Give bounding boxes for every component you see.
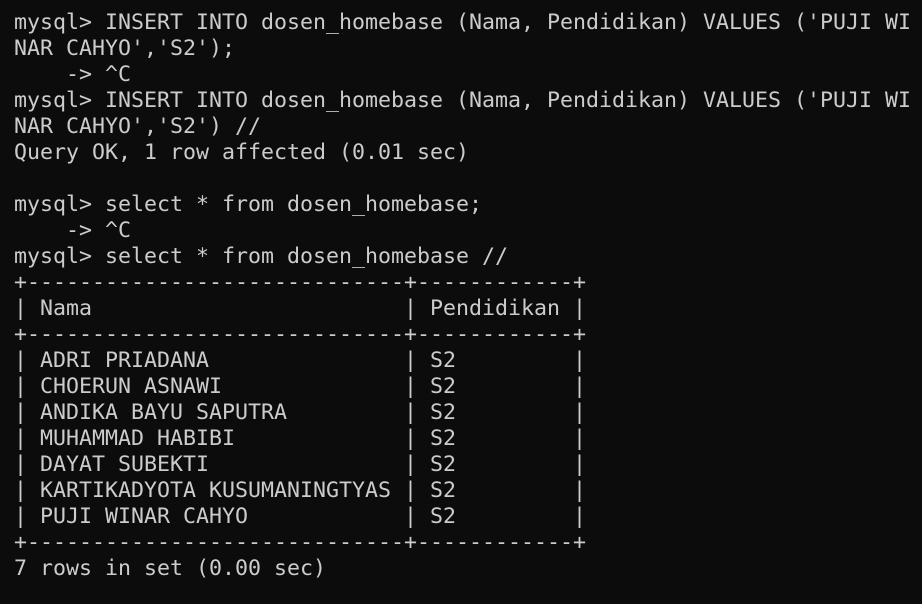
query-result-message: 7 rows in set (0.00 sec) [14,556,327,581]
table-border: +-----------------------------+---------… [14,530,587,555]
table-header-row: | Nama | Pendidikan | [14,296,587,321]
command-line: mysql> INSERT INTO dosen_homebase (Nama,… [14,88,912,113]
command-line-continued: NAR CAHYO','S2') // [14,114,262,139]
terminal-window[interactable]: mysql> INSERT INTO dosen_homebase (Nama,… [0,0,922,604]
table-row: | PUJI WINAR CAHYO | S2 | [14,504,587,529]
continuation-prompt-line: -> ^C [14,218,132,243]
table-row: | CHOERUN ASNAWI | S2 | [14,374,587,399]
continuation-prompt-line: -> ^C [14,62,132,87]
command-line: mysql> select * from dosen_homebase // [14,244,509,269]
table-border: +-----------------------------+---------… [14,322,587,347]
table-border: +-----------------------------+---------… [14,270,587,295]
command-line-continued: NAR CAHYO','S2'); [14,36,236,61]
command-line: mysql> select * from dosen_homebase; [14,192,483,217]
table-row: | ANDIKA BAYU SAPUTRA | S2 | [14,400,587,425]
table-row: | KARTIKADYOTA KUSUMANINGTYAS | S2 | [14,478,587,503]
table-row: | MUHAMMAD HABIBI | S2 | [14,426,587,451]
table-row: | ADRI PRIADANA | S2 | [14,348,587,373]
table-row: | DAYAT SUBEKTI | S2 | [14,452,587,477]
command-line: mysql> INSERT INTO dosen_homebase (Nama,… [14,10,912,35]
query-result-message: Query OK, 1 row affected (0.01 sec) [14,140,470,165]
